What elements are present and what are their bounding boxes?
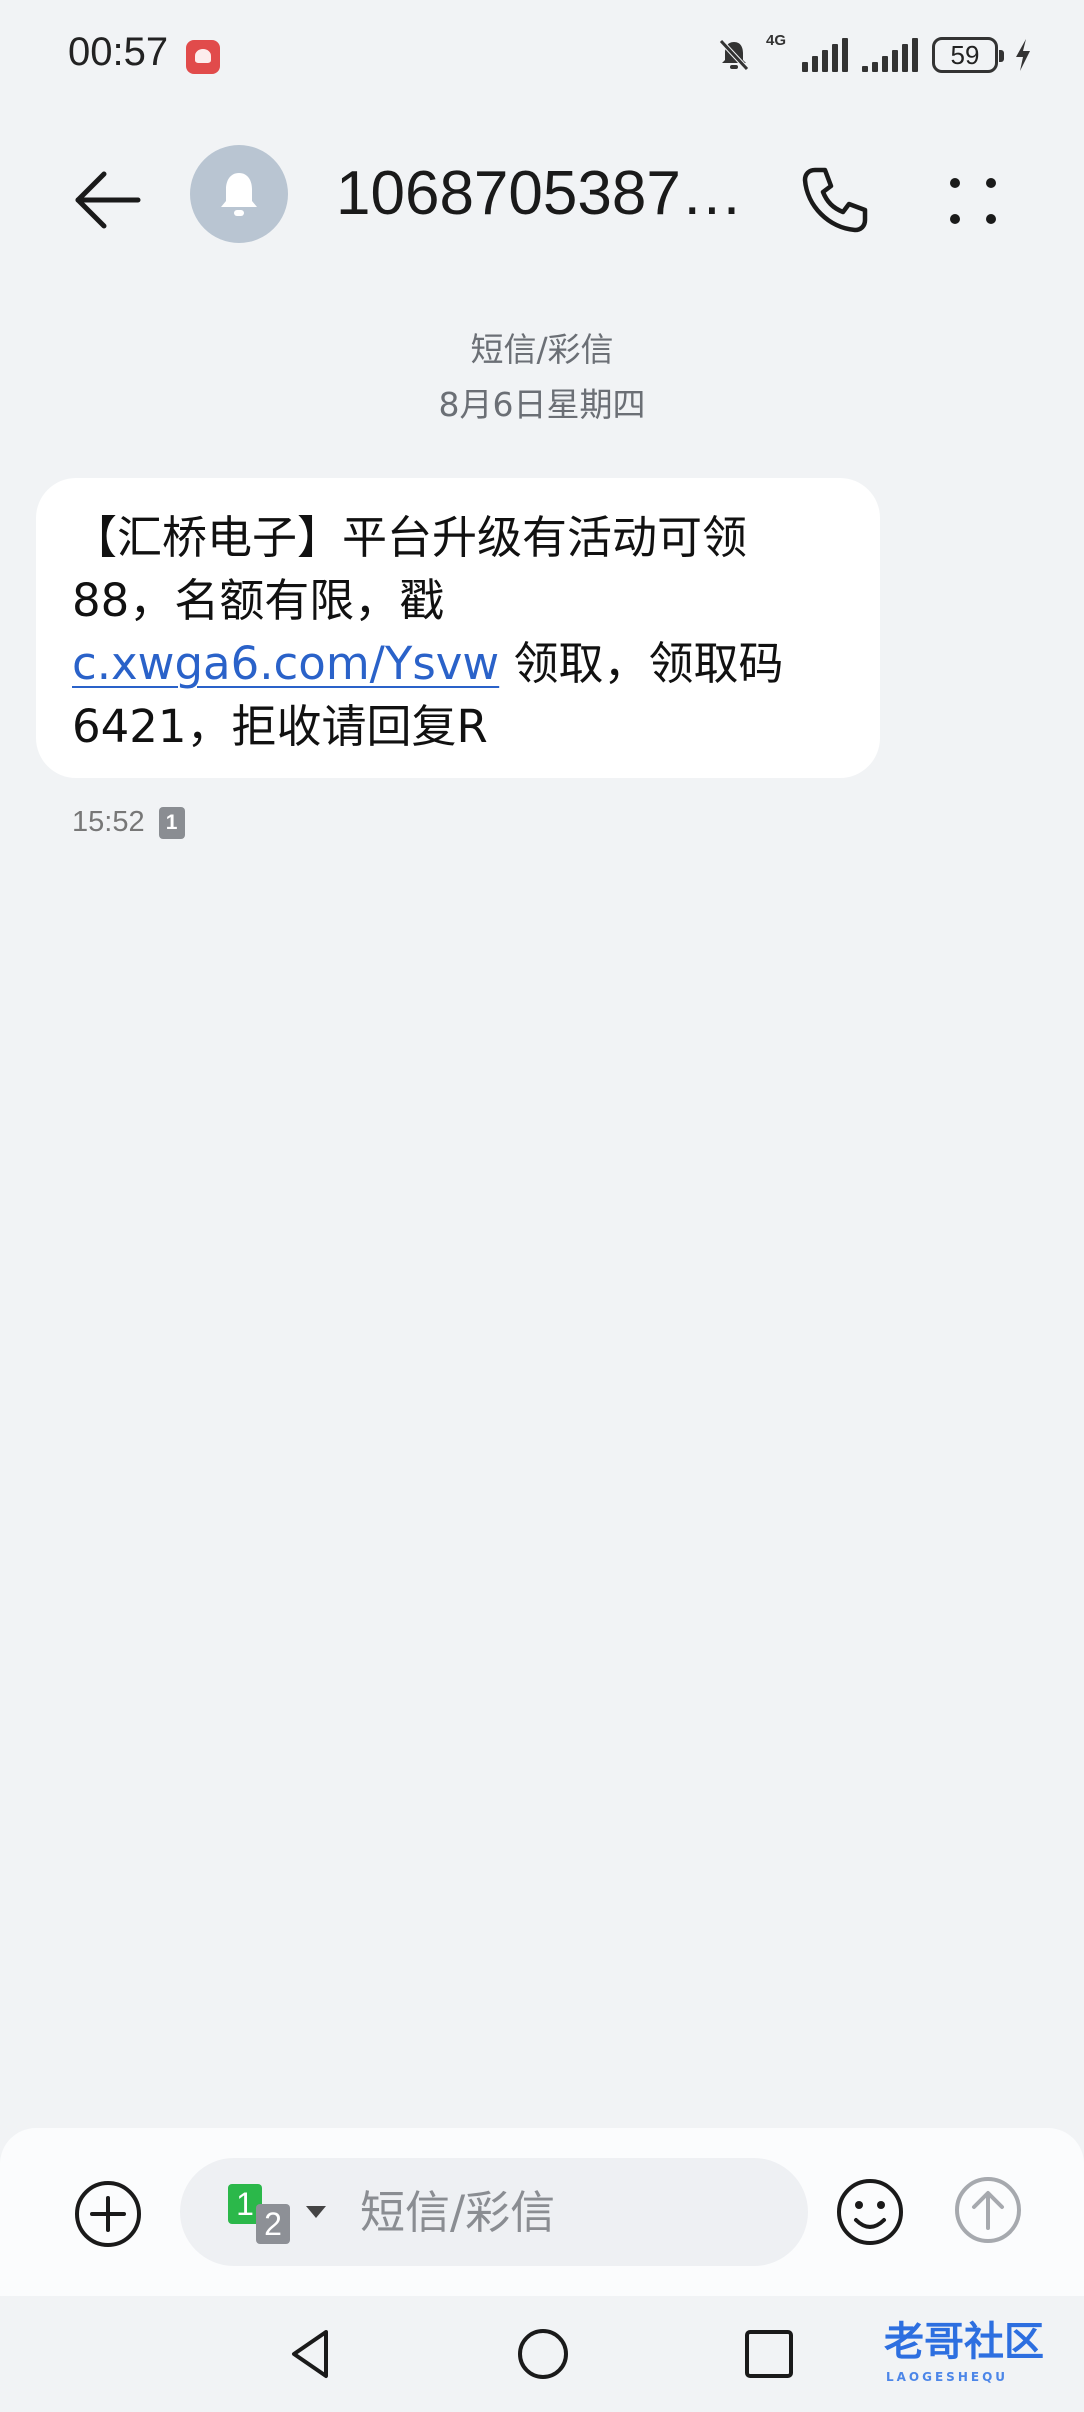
nav-back-icon[interactable] (280, 2324, 340, 2384)
status-time: 00:57 (68, 30, 169, 74)
nav-home-icon[interactable] (513, 2324, 573, 2384)
network-type-label: 4G (765, 32, 786, 49)
date-label: 8月6日星期四 (438, 385, 646, 424)
message-type-label: 短信/彩信 (470, 330, 614, 369)
message-meta: 15:52 1 (72, 806, 185, 839)
message-text-part1: 【汇桥电子】平台升级有活动可领88，名额有限，戳 (72, 511, 748, 627)
status-bar: 00:57 4G 59 (0, 0, 1084, 110)
chevron-down-icon[interactable] (306, 2206, 326, 2218)
signal-icon-sim2 (862, 38, 918, 72)
message-link[interactable]: c.xwga6.com/Ysvw (72, 637, 499, 690)
message-input[interactable] (360, 2182, 780, 2242)
back-arrow-icon[interactable] (68, 160, 148, 240)
more-icon[interactable] (940, 160, 1012, 240)
avatar[interactable] (190, 145, 288, 243)
watermark-subtext: LAOGESHEQU (886, 2370, 1009, 2384)
notification-bell-icon (221, 173, 257, 216)
message-composer: 1 2 (0, 2128, 1084, 2296)
sim-card-icon: 1 (158, 806, 185, 839)
charging-bolt-icon (1016, 39, 1030, 71)
message-time: 15:52 (72, 806, 145, 838)
signal-icon-sim1 (802, 38, 848, 72)
emoji-icon[interactable] (834, 2176, 906, 2248)
conversation-date-header: 短信/彩信 8月6日星期四 (0, 322, 1084, 432)
phone-icon[interactable] (795, 160, 875, 240)
sim2-icon: 2 (256, 2204, 290, 2244)
sim-switch-button[interactable]: 1 2 (228, 2184, 290, 2244)
status-indicators: 4G 59 (716, 32, 1034, 78)
message-bubble[interactable]: 【汇桥电子】平台升级有活动可领88，名额有限，戳 c.xwga6.com/Ysv… (36, 478, 880, 778)
system-navigation-bar: 老哥社区 LAOGESHEQU (0, 2296, 1084, 2412)
nav-recents-icon[interactable] (741, 2326, 797, 2382)
conversation-header: 1068705387… (0, 130, 1084, 260)
battery-icon: 59 (932, 37, 1004, 73)
app-notification-icon (186, 40, 220, 74)
message-input-wrapper: 1 2 (180, 2158, 808, 2266)
contact-number-title[interactable]: 1068705387… (336, 158, 756, 229)
watermark-text: 老哥社区 (884, 2319, 1044, 2365)
watermark-logo: 老哥社区 LAOGESHEQU (840, 2314, 1070, 2394)
send-icon[interactable] (952, 2174, 1024, 2246)
add-attachment-icon[interactable] (72, 2178, 144, 2250)
bell-muted-icon (719, 39, 749, 71)
